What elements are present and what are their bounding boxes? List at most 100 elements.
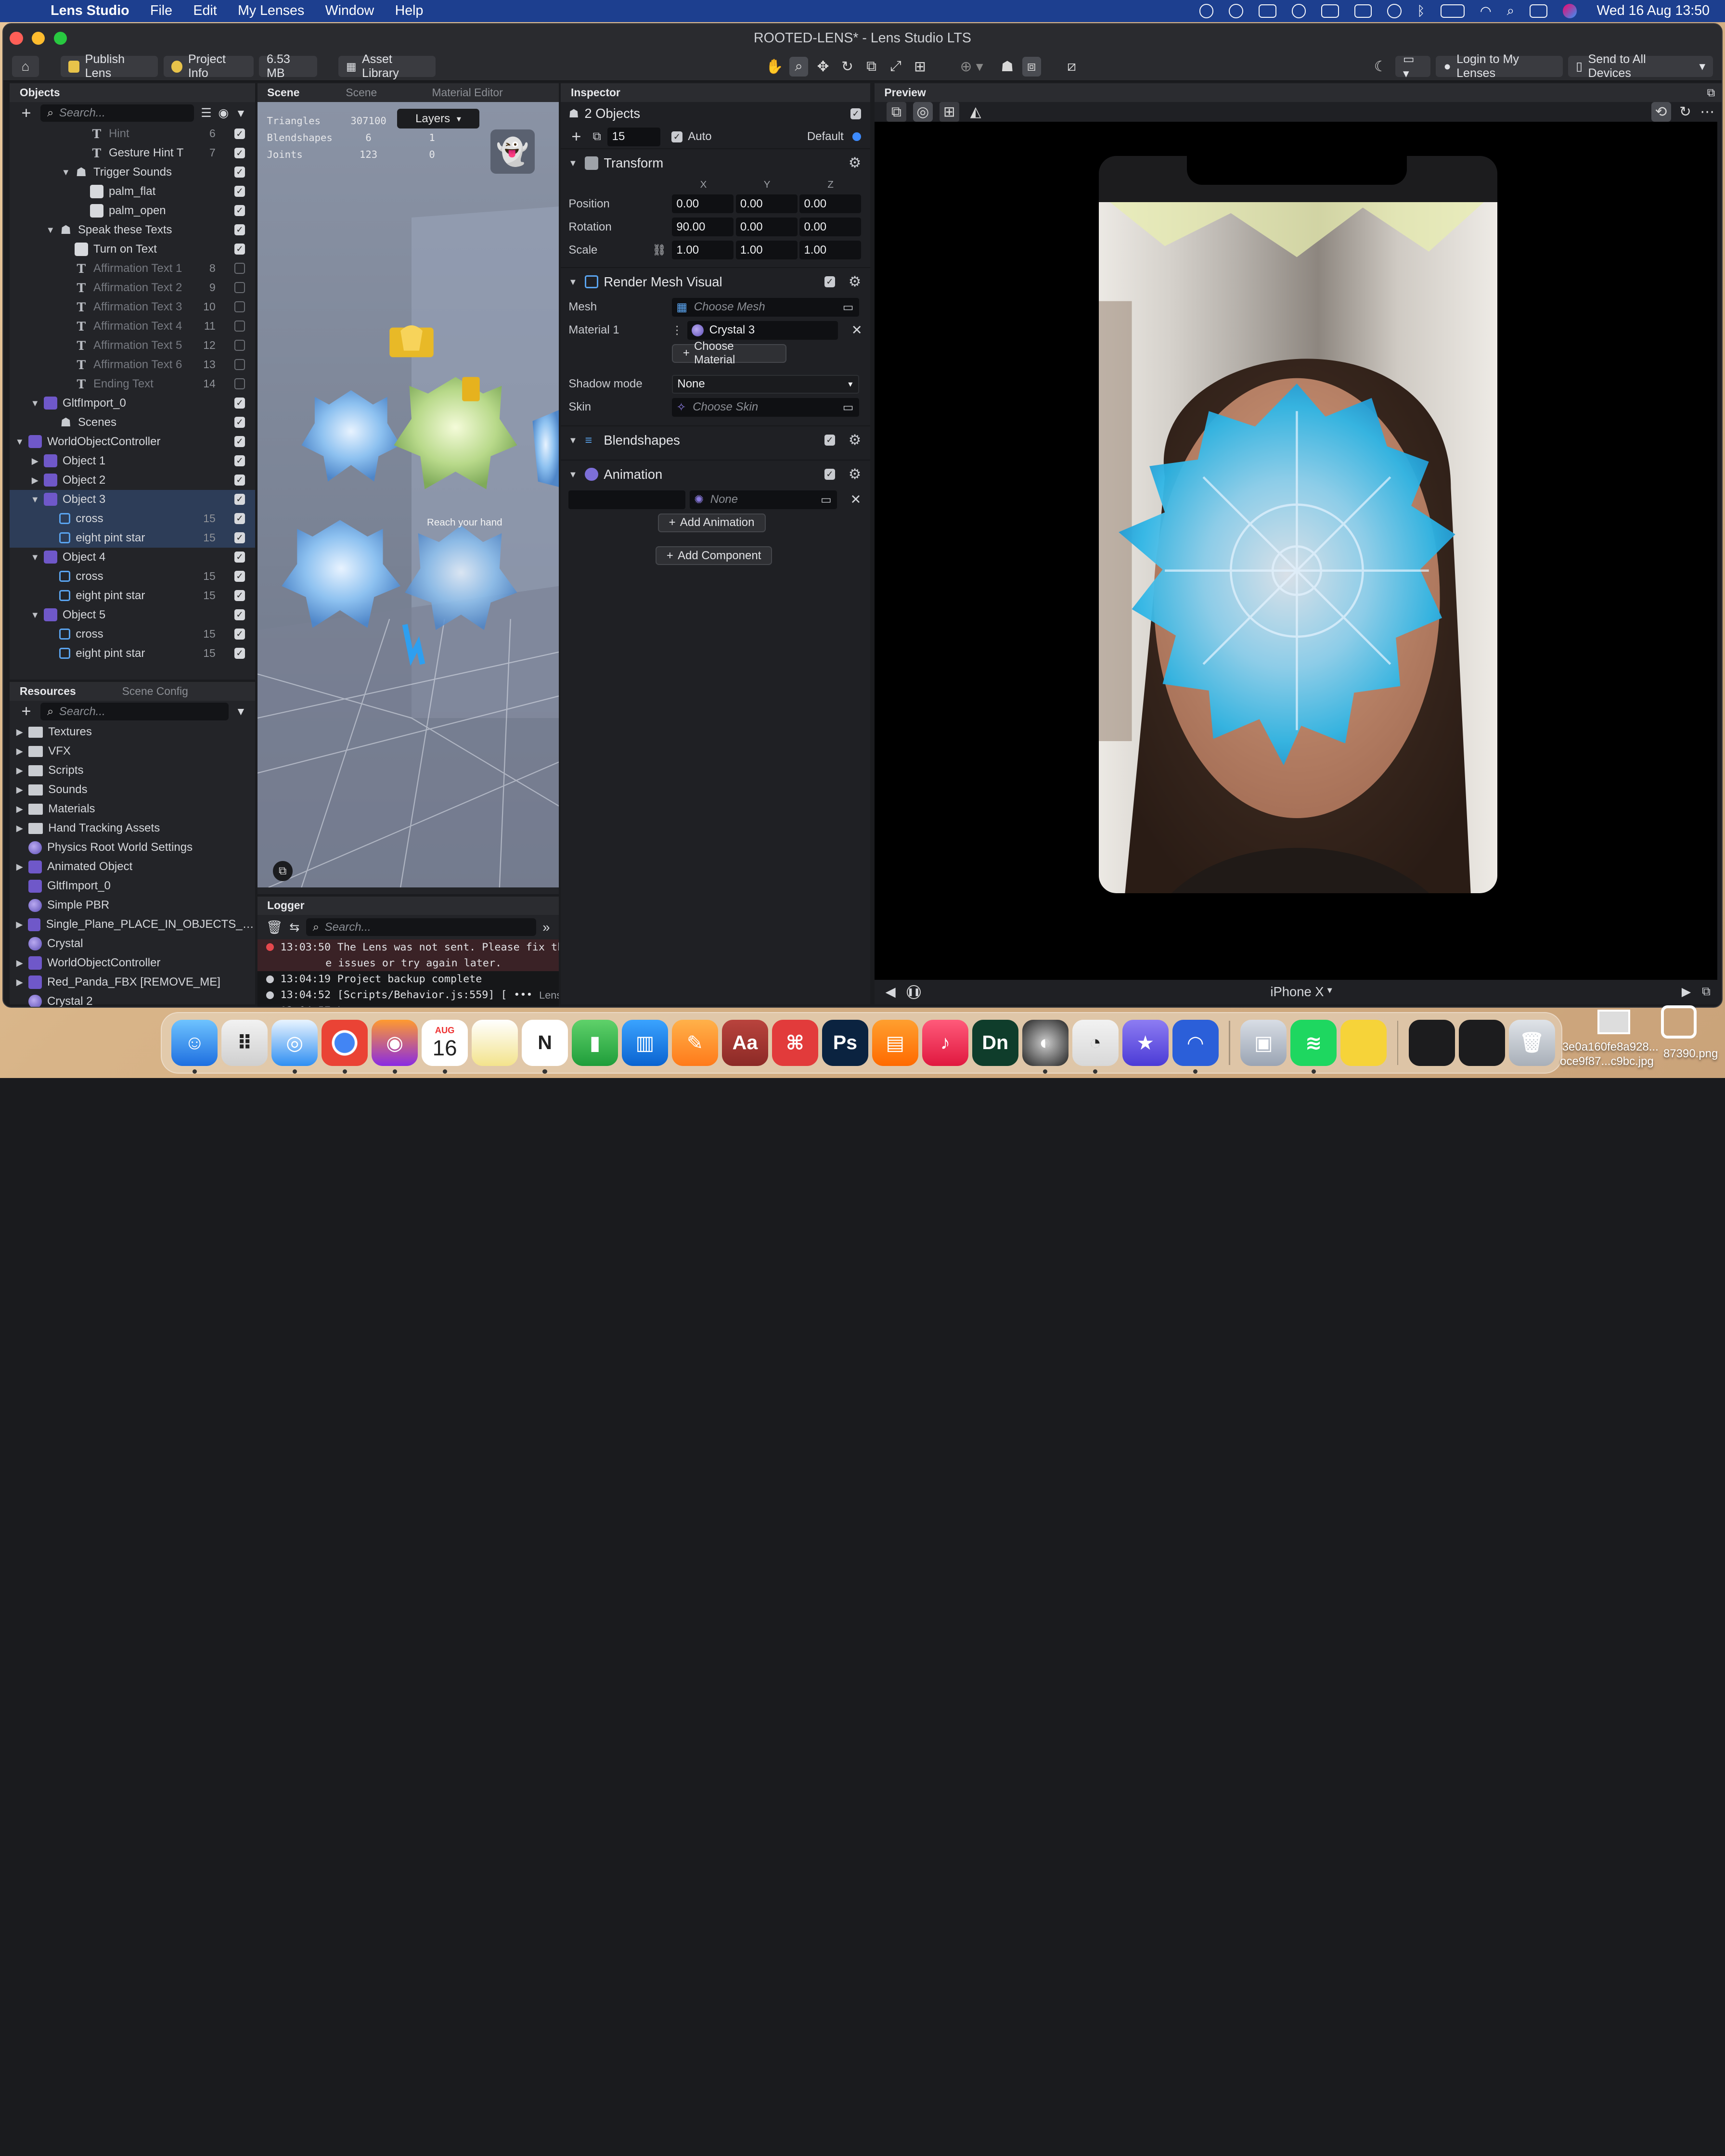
tree-row[interactable]: T Gesture Hint T 7 ✓ [10, 143, 255, 163]
visibility-checkbox[interactable]: ✓ [234, 167, 245, 178]
scene-viewport[interactable]: Reach your hand Triangles30710048504Blen… [257, 102, 559, 888]
dock-firefox-icon[interactable]: ◉ [372, 1019, 418, 1074]
blendshapes-section-header[interactable]: ▼ ≡ Blendshapes ✓ ⚙ [561, 425, 870, 454]
rotation-z-field[interactable]: 0.00 [799, 218, 862, 237]
preview-tool-3-icon[interactable]: ⊞ [939, 102, 959, 122]
layout-dropdown[interactable]: ▭ ▾ [1395, 52, 1431, 80]
shadow-mode-select[interactable]: None ▾ [672, 374, 859, 394]
visibility-checkbox[interactable]: ✓ [234, 475, 245, 486]
default-radio[interactable] [852, 132, 862, 141]
tab-resources[interactable]: Resources [20, 685, 76, 698]
dock-calendar-icon[interactable]: AUG 16 [422, 1019, 468, 1074]
animation-section-header[interactable]: ▼ Animation ✓ ⚙ [561, 459, 870, 488]
visibility-checkbox[interactable] [234, 378, 245, 390]
chevron-right-icon[interactable]: ▶ [14, 958, 25, 968]
log-line[interactable]: 13:04:52 [Scripts/Behavior.js:559] [••• Le… [257, 987, 559, 1003]
visibility-checkbox[interactable]: ✓ [234, 629, 245, 640]
chevron-down-icon[interactable]: ▼ [60, 167, 71, 178]
resources-search-input[interactable]: ⌕ Search... [40, 703, 229, 720]
render-mesh-enabled-checkbox[interactable]: ✓ [824, 276, 836, 288]
video-record-icon[interactable]: ▶ [1682, 985, 1691, 999]
preview-stage[interactable] [874, 122, 1717, 980]
chevron-right-icon[interactable]: ▶ [14, 746, 25, 757]
skin-field[interactable]: ✧ Choose Skin ▭ [672, 398, 859, 417]
play-status-icon[interactable] [1387, 3, 1402, 18]
menu-help[interactable]: Help [395, 3, 424, 19]
visibility-checkbox[interactable]: ✓ [234, 494, 245, 505]
resource-item[interactable]: ▶ Scripts [10, 761, 255, 780]
tree-row[interactable]: cross 15 ✓ [10, 567, 255, 586]
log-line[interactable]: 13:04:57 Lens reset [257, 1003, 559, 1006]
scale-x-field[interactable]: 1.00 [672, 241, 734, 259]
visibility-checkbox[interactable] [234, 282, 245, 294]
filter-icon[interactable]: ▼ [235, 705, 246, 718]
dock-spotify-icon[interactable]: ≋ [1290, 1019, 1337, 1074]
visibility-checkbox[interactable]: ✓ [234, 590, 245, 601]
screenshot-icon[interactable]: ⧉ [1702, 985, 1711, 999]
blendshapes-enabled-checkbox[interactable]: ✓ [824, 435, 836, 446]
dock-acrobat-icon[interactable]: ⌘ [772, 1019, 818, 1066]
status-icon-6[interactable] [1354, 4, 1372, 18]
expand-logger-icon[interactable]: » [542, 920, 550, 935]
chevron-down-icon[interactable]: ▼ [29, 494, 40, 505]
resource-item[interactable]: Simple PBR [10, 896, 255, 915]
folder-icon[interactable]: ▭ [821, 493, 832, 507]
pause-icon[interactable]: ❚❚ [906, 985, 921, 1000]
control-center-icon[interactable] [1530, 4, 1547, 18]
position-x-field[interactable]: 0.00 [672, 194, 734, 214]
render-mesh-section-header[interactable]: ▼ Render Mesh Visual ✓ ⚙ [561, 267, 870, 295]
preview-toggle-icon[interactable]: ⧄ [1062, 57, 1081, 77]
chevron-right-icon[interactable]: ▶ [29, 456, 40, 466]
project-size-badge[interactable]: 6.53 MB [259, 52, 317, 80]
add-resource-icon[interactable]: + [19, 702, 34, 721]
chevron-right-icon[interactable]: ▶ [14, 823, 25, 834]
send-to-devices-button[interactable]: ▯ Send to All Devices ▾ [1568, 52, 1713, 80]
dock-finder-icon[interactable]: ☺ [171, 1019, 218, 1074]
trash-icon[interactable]: 🗑 [266, 920, 283, 935]
dock-dimension-icon[interactable]: Dn [972, 1019, 1018, 1066]
globe-dropdown-icon[interactable]: ⊕ ▾ [951, 57, 992, 77]
tree-row[interactable]: ▼ GltfImport_0 ✓ [10, 394, 255, 413]
tree-row[interactable]: ▶ Object 1 ✓ [10, 451, 255, 471]
chevron-right-icon[interactable]: ▶ [14, 861, 25, 872]
visibility-checkbox[interactable] [234, 359, 245, 371]
snapchat-ghost-icon[interactable]: 👻 [490, 129, 535, 174]
menu-window[interactable]: Window [325, 3, 374, 19]
visibility-checkbox[interactable]: ✓ [234, 186, 245, 197]
tab-scene-2[interactable]: Scene [346, 86, 377, 99]
object-mode-icon[interactable]: ☗ [998, 57, 1017, 77]
visibility-checkbox[interactable]: ✓ [234, 147, 245, 159]
dock-photoshop-icon[interactable]: Ps [822, 1019, 868, 1066]
material-field[interactable]: Crystal 3 [687, 321, 838, 340]
close-window-button[interactable] [10, 31, 23, 45]
chevron-right-icon[interactable]: ▶ [29, 475, 40, 486]
resource-item[interactable]: ▶ Textures [10, 722, 255, 742]
visibility-checkbox[interactable]: ✓ [234, 224, 245, 236]
tree-row[interactable]: ▼ ☗ Trigger Sounds ✓ [10, 163, 255, 182]
scale-tool-icon[interactable]: ⧉ [862, 57, 881, 77]
tree-row[interactable]: T Affirmation Text 3 10 [10, 297, 255, 317]
dock-lens-studio-icon[interactable]: ◠ [1172, 1019, 1219, 1074]
minimize-window-button[interactable] [31, 31, 45, 45]
clock-status-icon[interactable] [1291, 3, 1306, 18]
menu-edit[interactable]: Edit [193, 3, 217, 19]
dock-trash-icon[interactable] [1408, 1019, 1455, 1066]
visibility-icon[interactable]: ◉ [218, 106, 229, 120]
chevron-right-icon[interactable]: ▶ [14, 919, 25, 930]
layers-dropdown[interactable]: Layers ▾ [397, 108, 480, 129]
preview-tool-1-icon[interactable]: ⧉ [886, 102, 907, 122]
tab-scene-config[interactable]: Scene Config [122, 685, 188, 698]
dock-safari-icon[interactable]: ◎ [271, 1019, 318, 1074]
scale-y-field[interactable]: 1.00 [735, 241, 798, 259]
preview-more-icon[interactable]: ⋯ [1698, 102, 1717, 122]
chevron-right-icon[interactable]: ▶ [14, 804, 25, 814]
transform-section-header[interactable]: ▼ Transform ⚙ [561, 148, 870, 177]
visibility-checkbox[interactable] [234, 340, 245, 351]
scale-z-field[interactable]: 1.00 [799, 241, 862, 259]
select-tool-icon[interactable]: ⌕ [789, 56, 809, 77]
log-line[interactable]: 13:03:50 The Lens was not sent. Please fi… [257, 939, 559, 955]
preview-tool-4-icon[interactable]: ◭ [966, 102, 986, 122]
asset-library-button[interactable]: ▦ Asset Library [338, 52, 436, 80]
visibility-checkbox[interactable]: ✓ [234, 532, 245, 544]
tree-row[interactable]: T Affirmation Text 1 8 [10, 259, 255, 278]
